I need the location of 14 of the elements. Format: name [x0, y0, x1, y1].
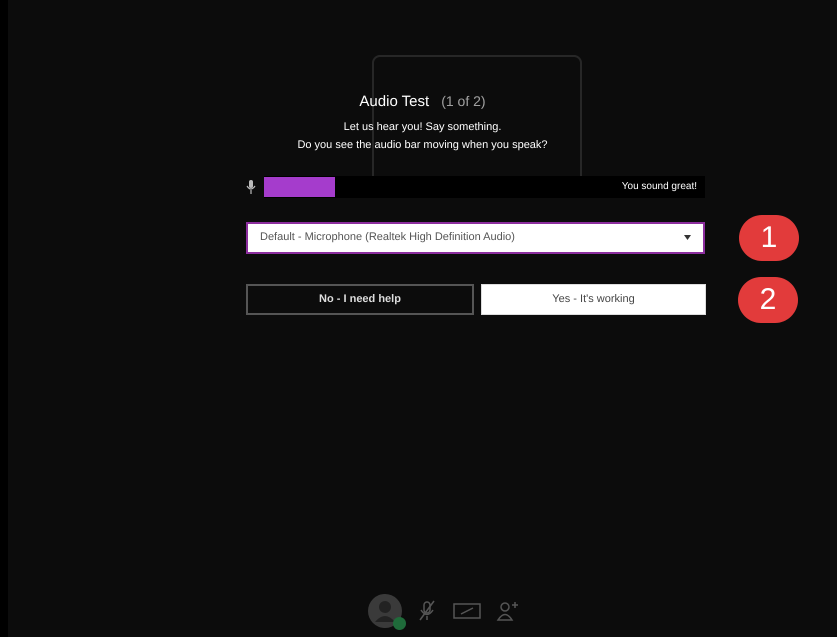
- callout-badge: 1: [739, 214, 799, 260]
- add-person-icon[interactable]: [496, 599, 520, 623]
- yes-button[interactable]: Yes - It's working: [481, 284, 706, 315]
- microphone-icon: [246, 180, 256, 194]
- avatar-icon[interactable]: [368, 594, 402, 628]
- caret-icon: [684, 235, 691, 240]
- instruction-text: Let us hear you! Say something.: [344, 120, 502, 134]
- dialog-title: Audio Test: [359, 92, 430, 112]
- instruction-text: Do you see the audio bar moving when you speak?: [297, 138, 548, 152]
- microphone-select[interactable]: Default - Microphone (Realtek High Definition Audio): [246, 222, 705, 254]
- no-button[interactable]: No - I need help: [246, 284, 474, 315]
- step-counter: (1 of 2): [441, 92, 486, 111]
- callout-badge: 2: [738, 276, 798, 322]
- meter-status: You sound great!: [622, 180, 698, 194]
